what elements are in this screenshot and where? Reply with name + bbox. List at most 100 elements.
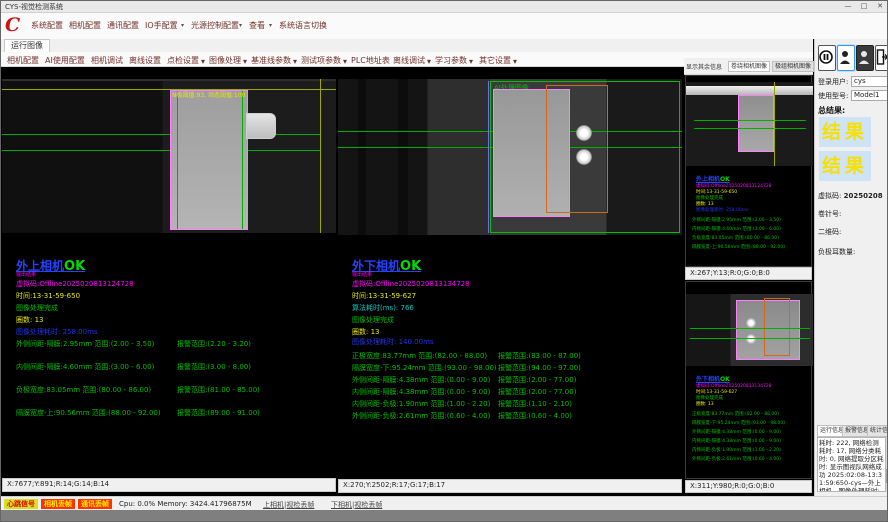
tab-electrode-camera[interactable]: 极组相机图像 bbox=[772, 61, 814, 72]
run-log-text[interactable]: 耗时: 222, 网络检测耗时: 17, 网络分类耗时: 0, 网络提取分区耗时… bbox=[817, 437, 886, 492]
camera1-subtitle: 输出结果 bbox=[16, 271, 36, 278]
tool-offline-setting[interactable]: 离线设置 bbox=[129, 55, 161, 66]
virtual-code-value: 20250208 bbox=[844, 192, 883, 200]
alarm-range: 报警范围:(94.00 - 97.00) bbox=[498, 363, 581, 373]
measurement-row: 内侧间距-负极:1.90mm 范围:(1.00 - 2.20) bbox=[352, 399, 490, 409]
tab-stat-info[interactable]: 统计信息 bbox=[867, 425, 888, 437]
menu-system-config[interactable]: 系统配置 bbox=[31, 20, 63, 31]
exit-button[interactable] bbox=[875, 45, 888, 71]
camera2-subtitle: 输出结果 bbox=[352, 271, 372, 278]
chevron-down-icon: ▾ bbox=[201, 57, 205, 66]
thumb1-view[interactable]: 外上相机OK 虚拟码:Offline2025020813124728 时间:13… bbox=[685, 75, 812, 267]
bright-spot bbox=[746, 334, 756, 344]
camera2-done: 图像处理完成 bbox=[352, 315, 394, 325]
tool-plc-address[interactable]: PLC地址表 bbox=[351, 55, 390, 66]
measure-green-line bbox=[694, 120, 806, 121]
measurement-row: 正极宽度:83.77mm 范围:(82.00 - 88.00) bbox=[692, 411, 779, 417]
measurement-row: 隔膜宽度-上:90.56mm 范围:(88.00 - 92.00) bbox=[16, 408, 161, 418]
virtual-code-label: 虚拟码: bbox=[818, 192, 841, 200]
field-row: 二维码: bbox=[818, 227, 841, 237]
tool-other-settings[interactable]: 其它设置 bbox=[479, 55, 511, 66]
orange-roi-box bbox=[546, 85, 608, 213]
chevron-down-icon: ▾ bbox=[469, 57, 473, 66]
tool-learn-params[interactable]: 学习参数 bbox=[435, 55, 467, 66]
login-user-label: 登录用户: bbox=[818, 77, 848, 87]
measurement-row: 内侧间距-隔膜:4.60mm 范围:(3.00 - 6.00) bbox=[692, 226, 781, 232]
measure-green-line bbox=[690, 328, 810, 329]
pause-button[interactable] bbox=[818, 45, 836, 71]
tab-winding-camera[interactable]: 卷绕相机图像 bbox=[728, 61, 770, 72]
measure-green-line bbox=[690, 338, 810, 339]
menu-language-switch[interactable]: 系统语言切换 bbox=[279, 20, 327, 31]
close-button[interactable]: ✕ bbox=[873, 1, 887, 11]
title-bar: CYS-视觉检测系统 — □ ✕ bbox=[1, 1, 888, 13]
camera1-done: 图像处理完成 bbox=[16, 303, 58, 313]
comm-dropframe-badge: 通讯丢帧 bbox=[78, 499, 112, 509]
edge-green-line bbox=[242, 91, 243, 229]
chevron-down-icon: ▾ bbox=[513, 57, 517, 66]
measurement-row: 外侧间距-隔膜:2.95mm 范围:(2.00 - 3.50) bbox=[692, 217, 781, 223]
chevron-down-icon: ▾ bbox=[243, 57, 247, 66]
field-row: 虚拟码: 20250208 bbox=[818, 191, 883, 201]
operator-button[interactable] bbox=[856, 45, 874, 71]
maximize-button[interactable]: □ bbox=[857, 1, 871, 11]
tool-camera-debug[interactable]: 相机调试 bbox=[91, 55, 123, 66]
thumb2-view[interactable]: 外下相机OK 虚拟码:Offline2025020813134728 时间:13… bbox=[685, 281, 812, 479]
model-field[interactable]: Model1 bbox=[851, 90, 888, 101]
login-user-field[interactable]: cys bbox=[851, 76, 888, 87]
threshold-label: N极阈值:93, 动态阈值:100 bbox=[172, 90, 245, 99]
bright-spot bbox=[576, 125, 592, 141]
result-display-1: 结果 bbox=[819, 117, 871, 147]
tool-camera-config[interactable]: 相机配置 bbox=[7, 55, 39, 66]
alarm-range: 报警范围:(89.00 - 91.00) bbox=[177, 408, 260, 418]
alarm-range: 报警范围:(0.60 - 4.00) bbox=[498, 411, 572, 421]
chevron-down-icon: ▾ bbox=[269, 22, 272, 29]
camera1-status-bar: X:7677;Y:891;R:14;G:14;B:14 bbox=[2, 478, 336, 492]
menu-camera-config[interactable]: 相机配置 bbox=[69, 20, 101, 31]
measure-green-line bbox=[694, 128, 806, 129]
measurement-row: 内侧间距-负极:1.90mm 范围:(1.00 - 2.20) bbox=[692, 447, 781, 453]
menu-view[interactable]: 查看 bbox=[249, 20, 265, 31]
camera1-turns: 圈数: 13 bbox=[16, 315, 44, 325]
camera1-view[interactable]: N极阈值:93, 动态阈值:100 外上相机OK 输出结果 虚拟码:Offlin… bbox=[2, 67, 336, 478]
tab-strip: 运行图像 bbox=[1, 39, 813, 53]
menu-light-config[interactable]: 光源控制配置 bbox=[191, 20, 239, 31]
tool-spot-check[interactable]: 点检设置 bbox=[167, 55, 199, 66]
tool-baseline-params[interactable]: 基准线参数 bbox=[251, 55, 291, 66]
camera2-ok-status: OK bbox=[400, 259, 421, 274]
tab-run-image[interactable]: 运行图像 bbox=[4, 39, 50, 52]
camera2-view[interactable]: AI处理图像 外下相机OK 输出结果 虚拟码:Offline2025020813… bbox=[338, 67, 682, 479]
thumb1-title: 外上相机OK bbox=[696, 174, 730, 183]
login-user-button[interactable] bbox=[837, 45, 855, 71]
camera1-time: 时间:13-31-59-650 bbox=[16, 291, 80, 301]
measurement-row: 隔膜宽度-下:95.24mm 范围:(93.00 - 98.00) bbox=[692, 420, 785, 426]
show-others-checkbox[interactable]: 显示其余信息 bbox=[686, 62, 722, 71]
tool-ai-use-config[interactable]: AI使用配置 bbox=[45, 55, 85, 66]
camera2-algo-time: 算法耗时(ms): 766 bbox=[352, 303, 414, 313]
alarm-range: 报警范围:(1.10 - 2.10) bbox=[498, 399, 572, 409]
lower-camera-dropframe-link[interactable]: 下相机|视检丢帧 bbox=[331, 500, 382, 510]
tool-offline-debug[interactable]: 离线调试 bbox=[393, 55, 425, 66]
needle-no-label: 卷针号: bbox=[818, 210, 841, 218]
menu-io-config[interactable]: IO手配置 bbox=[145, 20, 178, 31]
tool-image-process[interactable]: 图像处理 bbox=[209, 55, 241, 66]
camera2-status-bar: X:270;Y:2502;R:17;G:17;B:17 bbox=[338, 479, 682, 493]
status-bar: 心跳信号 相机丢帧 通讯丢帧 Cpu: 0.0% Memory: 3424.41… bbox=[1, 496, 888, 511]
minimize-button[interactable]: — bbox=[841, 1, 855, 11]
menu-comm-config[interactable]: 通讯配置 bbox=[107, 20, 139, 31]
tool-test-params[interactable]: 测试项参数 bbox=[301, 55, 341, 66]
alarm-range: 报警范围:(3.00 - 8.00) bbox=[177, 362, 251, 372]
baseline-yellow-line bbox=[2, 89, 336, 90]
alarm-range: 报警范围:(83.00 - 87.00) bbox=[498, 351, 581, 361]
camera2-elapsed: 图像处理耗时: 140.00ms bbox=[352, 337, 434, 347]
thumb2-turns: 圈数: 13 bbox=[696, 401, 714, 407]
measurement-row: 负极宽度:83.05mm 范围:(80.00 - 86.00) bbox=[16, 385, 151, 395]
chevron-down-icon: ▾ bbox=[343, 57, 347, 66]
measure-green-line bbox=[2, 150, 320, 151]
upper-camera-dropframe-link[interactable]: 上相机|视检丢帧 bbox=[263, 500, 314, 510]
purple-line bbox=[488, 81, 489, 233]
window-bottom-strip bbox=[1, 510, 888, 522]
machine-column bbox=[358, 79, 366, 235]
heartbeat-badge: 心跳信号 bbox=[4, 499, 38, 509]
measurement-row: 隔膜宽度-上:90.56mm 范围:(88.00 - 92.00) bbox=[692, 244, 785, 250]
